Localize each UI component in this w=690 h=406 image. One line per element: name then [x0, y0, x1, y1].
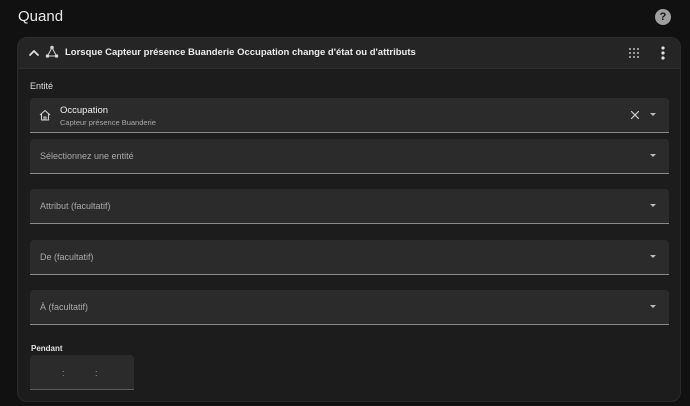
drag-handle-icon[interactable]: [628, 47, 640, 59]
duration-input: : :: [30, 355, 134, 390]
chevron-up-icon[interactable]: [24, 43, 44, 63]
chevron-down-icon[interactable]: [650, 113, 656, 116]
automation-editor-page: Quand ? Lorsque Capteur présence Buander…: [0, 0, 690, 406]
attribute-placeholder: Attribut (facultatif): [40, 201, 111, 211]
more-vertical-icon[interactable]: [656, 45, 670, 61]
entity-name: Occupation: [60, 105, 109, 116]
entity-picker-add[interactable]: Sélectionnez une entité: [30, 139, 669, 174]
chevron-down-icon[interactable]: [650, 255, 656, 258]
close-icon[interactable]: [630, 110, 640, 120]
duration-separator: :: [62, 368, 65, 378]
entity-device: Capteur présence Buanderie: [60, 118, 156, 127]
home-icon: [39, 109, 51, 121]
duration-hours-input[interactable]: [32, 355, 62, 389]
section-header: Quand ?: [0, 0, 690, 36]
trigger-title: Lorsque Capteur présence Buanderie Occup…: [65, 47, 416, 58]
trigger-card-header[interactable]: Lorsque Capteur présence Buanderie Occup…: [18, 38, 680, 69]
chevron-down-icon[interactable]: [650, 154, 656, 157]
for-label: Pendant: [31, 344, 63, 353]
section-title: Quand: [18, 8, 64, 25]
duration-minutes-input[interactable]: [66, 355, 96, 389]
chevron-down-icon[interactable]: [650, 204, 656, 207]
to-placeholder: À (facultatif): [40, 302, 89, 312]
from-state-select[interactable]: De (facultatif): [30, 240, 669, 275]
to-state-select[interactable]: À (facultatif): [30, 290, 669, 325]
trigger-card: Lorsque Capteur présence Buanderie Occup…: [17, 37, 681, 402]
attribute-select[interactable]: Attribut (facultatif): [30, 189, 669, 224]
help-icon[interactable]: ?: [655, 9, 671, 25]
from-placeholder: De (facultatif): [40, 252, 94, 262]
chevron-down-icon[interactable]: [650, 305, 656, 308]
duration-separator: :: [95, 368, 98, 378]
entity-add-placeholder: Sélectionnez une entité: [40, 151, 134, 161]
entity-picker-selected[interactable]: Occupation Capteur présence Buanderie: [30, 98, 669, 133]
duration-seconds-input[interactable]: [100, 355, 130, 389]
entity-label: Entité: [30, 81, 54, 91]
state-trigger-icon: [45, 45, 59, 58]
